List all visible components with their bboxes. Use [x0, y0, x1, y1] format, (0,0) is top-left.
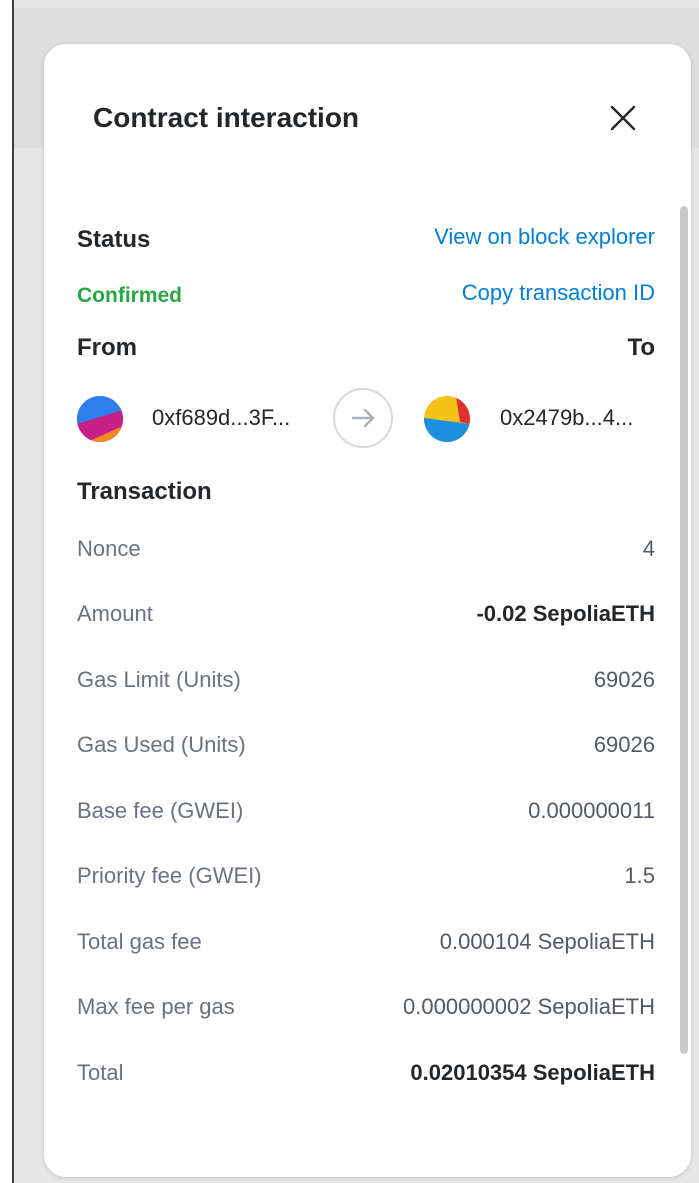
to-address[interactable]: 0x2479b...4... — [500, 405, 633, 431]
modal-title: Contract interaction — [93, 102, 360, 133]
from-to-row: 0xf689d...3F... 0x2479b...4... — [77, 380, 655, 460]
amount-value: -0.02 SepoliaETH — [476, 601, 655, 626]
from-address[interactable]: 0xf689d...3F... — [152, 405, 290, 431]
status-row: Status View on block explorer — [77, 224, 655, 264]
arrow-circle — [333, 388, 393, 448]
transaction-table: Nonce 4 Amount -0.02 SepoliaETH Gas Limi… — [77, 536, 655, 1136]
to-avatar — [424, 396, 470, 442]
view-on-block-explorer-link[interactable]: View on block explorer — [434, 224, 655, 250]
transaction-heading: Transaction — [77, 478, 212, 505]
from-label: From — [77, 334, 137, 361]
table-row: Nonce 4 — [77, 536, 655, 576]
gas-limit-value: 69026 — [593, 667, 655, 692]
copy-transaction-id-link[interactable]: Copy transaction ID — [462, 280, 655, 306]
background-window-edge — [0, 0, 14, 1183]
from-avatar — [77, 396, 123, 442]
modal-header: Contract interaction — [44, 44, 691, 194]
table-row: Gas Used (Units) 69026 — [77, 732, 655, 772]
gas-used-label: Gas Used (Units) — [77, 732, 246, 757]
table-row: Max fee per gas 0.000000002 SepoliaETH — [77, 994, 655, 1034]
gas-used-value: 69026 — [593, 732, 655, 757]
modal-content: Status View on block explorer Confirmed … — [77, 224, 655, 1136]
transaction-heading-row: Transaction — [77, 478, 655, 518]
max-fee-per-gas-label: Max fee per gas — [77, 994, 235, 1019]
priority-fee-value: 1.5 — [624, 863, 655, 888]
status-label: Status — [77, 226, 151, 253]
confirmed-row: Confirmed Copy transaction ID — [77, 280, 655, 320]
status-badge: Confirmed — [77, 284, 182, 307]
to-label: To — [627, 334, 655, 361]
table-row: Total 0.02010354 SepoliaETH — [77, 1060, 655, 1100]
scrollbar[interactable] — [680, 206, 688, 1054]
base-fee-label: Base fee (GWEI) — [77, 798, 244, 823]
total-value: 0.02010354 SepoliaETH — [410, 1060, 655, 1085]
from-to-labels: From To — [77, 334, 655, 374]
total-gas-fee-label: Total gas fee — [77, 929, 202, 954]
arrow-right-icon — [351, 408, 375, 428]
gas-limit-label: Gas Limit (Units) — [77, 667, 241, 692]
table-row: Base fee (GWEI) 0.000000011 — [77, 798, 655, 838]
nonce-value: 4 — [642, 536, 655, 561]
base-fee-value: 0.000000011 — [528, 798, 655, 823]
amount-label: Amount — [77, 601, 153, 626]
table-row: Priority fee (GWEI) 1.5 — [77, 863, 655, 903]
transaction-details-modal: Contract interaction Status View on bloc… — [44, 44, 691, 1177]
nonce-label: Nonce — [77, 536, 141, 561]
table-row: Total gas fee 0.000104 SepoliaETH — [77, 929, 655, 969]
total-label: Total — [77, 1060, 124, 1085]
total-gas-fee-value: 0.000104 SepoliaETH — [439, 929, 655, 954]
table-row: Gas Limit (Units) 69026 — [77, 667, 655, 707]
priority-fee-label: Priority fee (GWEI) — [77, 863, 262, 888]
max-fee-per-gas-value: 0.000000002 SepoliaETH — [403, 994, 655, 1019]
close-icon[interactable] — [609, 104, 637, 132]
table-row: Amount -0.02 SepoliaETH — [77, 601, 655, 641]
